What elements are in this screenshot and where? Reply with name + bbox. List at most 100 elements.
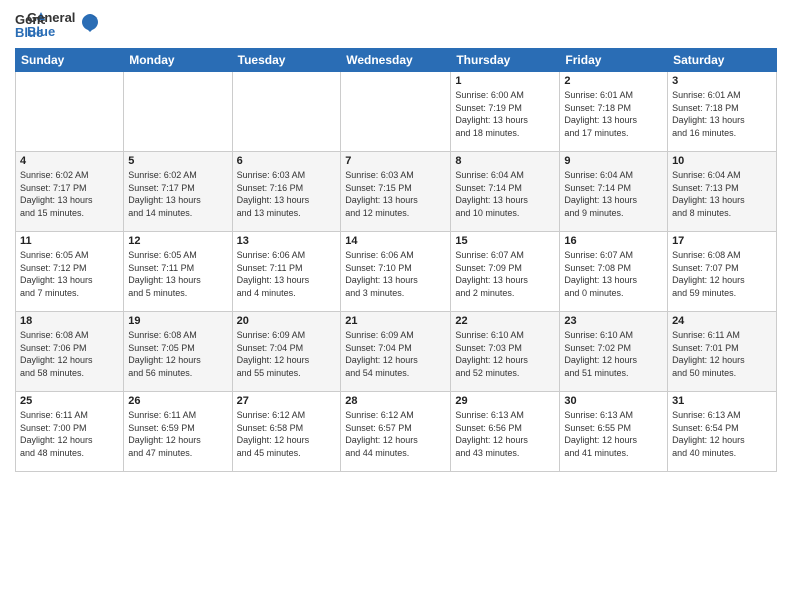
logo-bird-icon <box>81 13 99 33</box>
calendar-cell: 30 Sunrise: 6:13 AM Sunset: 6:55 PM Dayli… <box>560 392 668 472</box>
day-info: Sunrise: 6:07 AM Sunset: 7:09 PM Dayligh… <box>455 249 555 299</box>
weekday-header-row: SundayMondayTuesdayWednesdayThursdayFrid… <box>16 49 777 72</box>
day-number: 18 <box>20 315 119 327</box>
day-info: Sunrise: 6:01 AM Sunset: 7:18 PM Dayligh… <box>672 89 772 139</box>
calendar-week-5: 25 Sunrise: 6:11 AM Sunset: 7:00 PM Dayli… <box>16 392 777 472</box>
calendar-cell: 12 Sunrise: 6:05 AM Sunset: 7:11 PM Dayli… <box>124 232 232 312</box>
day-info: Sunrise: 6:00 AM Sunset: 7:19 PM Dayligh… <box>455 89 555 139</box>
day-info: Sunrise: 6:02 AM Sunset: 7:17 PM Dayligh… <box>20 169 119 219</box>
calendar-cell: 8Sunrise: 6:04 AM Sunset: 7:14 PM Daylig… <box>451 152 560 232</box>
day-info: Sunrise: 6:11 AM Sunset: 6:59 PM Dayligh… <box>128 409 227 459</box>
calendar-cell: 21 Sunrise: 6:09 AM Sunset: 7:04 PM Dayli… <box>341 312 451 392</box>
logo-blue-text: Blue <box>27 25 75 39</box>
day-number: 25 <box>20 395 119 407</box>
calendar-cell <box>124 72 232 152</box>
day-number: 30 <box>564 395 663 407</box>
day-info: Sunrise: 6:02 AM Sunset: 7:17 PM Dayligh… <box>128 169 227 219</box>
calendar-cell: 3 Sunrise: 6:01 AM Sunset: 7:18 PM Daylig… <box>668 72 777 152</box>
day-number: 19 <box>128 315 227 327</box>
day-info: Sunrise: 6:10 AM Sunset: 7:03 PM Dayligh… <box>455 329 555 379</box>
weekday-header-friday: Friday <box>560 49 668 72</box>
calendar-cell <box>232 72 341 152</box>
day-number: 6 <box>237 155 337 167</box>
day-number: 17 <box>672 235 772 247</box>
day-number: 9 <box>564 155 663 167</box>
calendar-cell: 23Sunrise: 6:10 AM Sunset: 7:02 PM Dayli… <box>560 312 668 392</box>
calendar-cell: 5 Sunrise: 6:02 AM Sunset: 7:17 PM Daylig… <box>124 152 232 232</box>
day-number: 20 <box>237 315 337 327</box>
calendar-cell: 24Sunrise: 6:11 AM Sunset: 7:01 PM Dayli… <box>668 312 777 392</box>
day-info: Sunrise: 6:04 AM Sunset: 7:14 PM Dayligh… <box>564 169 663 219</box>
day-info: Sunrise: 6:03 AM Sunset: 7:15 PM Dayligh… <box>345 169 446 219</box>
calendar-week-4: 18 Sunrise: 6:08 AM Sunset: 7:06 PM Dayli… <box>16 312 777 392</box>
day-info: Sunrise: 6:13 AM Sunset: 6:55 PM Dayligh… <box>564 409 663 459</box>
logo: General Blue General Blue <box>15 10 99 40</box>
calendar-cell: 31Sunrise: 6:13 AM Sunset: 6:54 PM Dayli… <box>668 392 777 472</box>
weekday-header-sunday: Sunday <box>16 49 124 72</box>
calendar-cell: 6 Sunrise: 6:03 AM Sunset: 7:16 PM Daylig… <box>232 152 341 232</box>
day-number: 28 <box>345 395 446 407</box>
day-info: Sunrise: 6:11 AM Sunset: 7:01 PM Dayligh… <box>672 329 772 379</box>
calendar-cell: 22 Sunrise: 6:10 AM Sunset: 7:03 PM Dayli… <box>451 312 560 392</box>
calendar-cell: 26 Sunrise: 6:11 AM Sunset: 6:59 PM Dayli… <box>124 392 232 472</box>
day-number: 14 <box>345 235 446 247</box>
calendar-cell <box>341 72 451 152</box>
day-info: Sunrise: 6:06 AM Sunset: 7:10 PM Dayligh… <box>345 249 446 299</box>
day-number: 12 <box>128 235 227 247</box>
day-info: Sunrise: 6:01 AM Sunset: 7:18 PM Dayligh… <box>564 89 663 139</box>
calendar-week-2: 4 Sunrise: 6:02 AM Sunset: 7:17 PM Daylig… <box>16 152 777 232</box>
day-info: Sunrise: 6:07 AM Sunset: 7:08 PM Dayligh… <box>564 249 663 299</box>
calendar-cell: 14 Sunrise: 6:06 AM Sunset: 7:10 PM Dayli… <box>341 232 451 312</box>
day-number: 4 <box>20 155 119 167</box>
day-number: 22 <box>455 315 555 327</box>
day-number: 16 <box>564 235 663 247</box>
calendar-cell: 19Sunrise: 6:08 AM Sunset: 7:05 PM Dayli… <box>124 312 232 392</box>
calendar-cell: 20 Sunrise: 6:09 AM Sunset: 7:04 PM Dayli… <box>232 312 341 392</box>
day-number: 21 <box>345 315 446 327</box>
calendar-cell: 18 Sunrise: 6:08 AM Sunset: 7:06 PM Dayli… <box>16 312 124 392</box>
day-number: 15 <box>455 235 555 247</box>
calendar-cell: 28Sunrise: 6:12 AM Sunset: 6:57 PM Dayli… <box>341 392 451 472</box>
weekday-header-wednesday: Wednesday <box>341 49 451 72</box>
day-info: Sunrise: 6:11 AM Sunset: 7:00 PM Dayligh… <box>20 409 119 459</box>
calendar-cell: 15 Sunrise: 6:07 AM Sunset: 7:09 PM Dayli… <box>451 232 560 312</box>
day-info: Sunrise: 6:04 AM Sunset: 7:14 PM Dayligh… <box>455 169 555 219</box>
day-info: Sunrise: 6:09 AM Sunset: 7:04 PM Dayligh… <box>345 329 446 379</box>
day-info: Sunrise: 6:05 AM Sunset: 7:12 PM Dayligh… <box>20 249 119 299</box>
day-number: 27 <box>237 395 337 407</box>
day-info: Sunrise: 6:10 AM Sunset: 7:02 PM Dayligh… <box>564 329 663 379</box>
calendar-week-3: 11 Sunrise: 6:05 AM Sunset: 7:12 PM Dayli… <box>16 232 777 312</box>
calendar-cell: 16 Sunrise: 6:07 AM Sunset: 7:08 PM Dayli… <box>560 232 668 312</box>
calendar-week-1: 1Sunrise: 6:00 AM Sunset: 7:19 PM Daylig… <box>16 72 777 152</box>
page-header: General Blue General Blue <box>15 10 777 40</box>
day-info: Sunrise: 6:03 AM Sunset: 7:16 PM Dayligh… <box>237 169 337 219</box>
day-info: Sunrise: 6:12 AM Sunset: 6:58 PM Dayligh… <box>237 409 337 459</box>
calendar-cell: 7 Sunrise: 6:03 AM Sunset: 7:15 PM Daylig… <box>341 152 451 232</box>
day-number: 11 <box>20 235 119 247</box>
day-number: 10 <box>672 155 772 167</box>
day-number: 13 <box>237 235 337 247</box>
calendar-cell: 11 Sunrise: 6:05 AM Sunset: 7:12 PM Dayli… <box>16 232 124 312</box>
calendar-cell: 29Sunrise: 6:13 AM Sunset: 6:56 PM Dayli… <box>451 392 560 472</box>
day-info: Sunrise: 6:06 AM Sunset: 7:11 PM Dayligh… <box>237 249 337 299</box>
calendar-cell: 10 Sunrise: 6:04 AM Sunset: 7:13 PM Dayli… <box>668 152 777 232</box>
calendar-cell: 2 Sunrise: 6:01 AM Sunset: 7:18 PM Daylig… <box>560 72 668 152</box>
weekday-header-tuesday: Tuesday <box>232 49 341 72</box>
day-info: Sunrise: 6:08 AM Sunset: 7:07 PM Dayligh… <box>672 249 772 299</box>
day-info: Sunrise: 6:09 AM Sunset: 7:04 PM Dayligh… <box>237 329 337 379</box>
day-info: Sunrise: 6:05 AM Sunset: 7:11 PM Dayligh… <box>128 249 227 299</box>
weekday-header-saturday: Saturday <box>668 49 777 72</box>
calendar-cell: 17 Sunrise: 6:08 AM Sunset: 7:07 PM Dayli… <box>668 232 777 312</box>
calendar-cell: 13 Sunrise: 6:06 AM Sunset: 7:11 PM Dayli… <box>232 232 341 312</box>
logo-general-text: General <box>27 11 75 25</box>
weekday-header-thursday: Thursday <box>451 49 560 72</box>
day-number: 7 <box>345 155 446 167</box>
day-number: 5 <box>128 155 227 167</box>
day-info: Sunrise: 6:08 AM Sunset: 7:06 PM Dayligh… <box>20 329 119 379</box>
calendar-cell: 25 Sunrise: 6:11 AM Sunset: 7:00 PM Dayli… <box>16 392 124 472</box>
calendar-table: SundayMondayTuesdayWednesdayThursdayFrid… <box>15 48 777 472</box>
day-number: 2 <box>564 75 663 87</box>
day-info: Sunrise: 6:04 AM Sunset: 7:13 PM Dayligh… <box>672 169 772 219</box>
day-number: 26 <box>128 395 227 407</box>
day-number: 3 <box>672 75 772 87</box>
